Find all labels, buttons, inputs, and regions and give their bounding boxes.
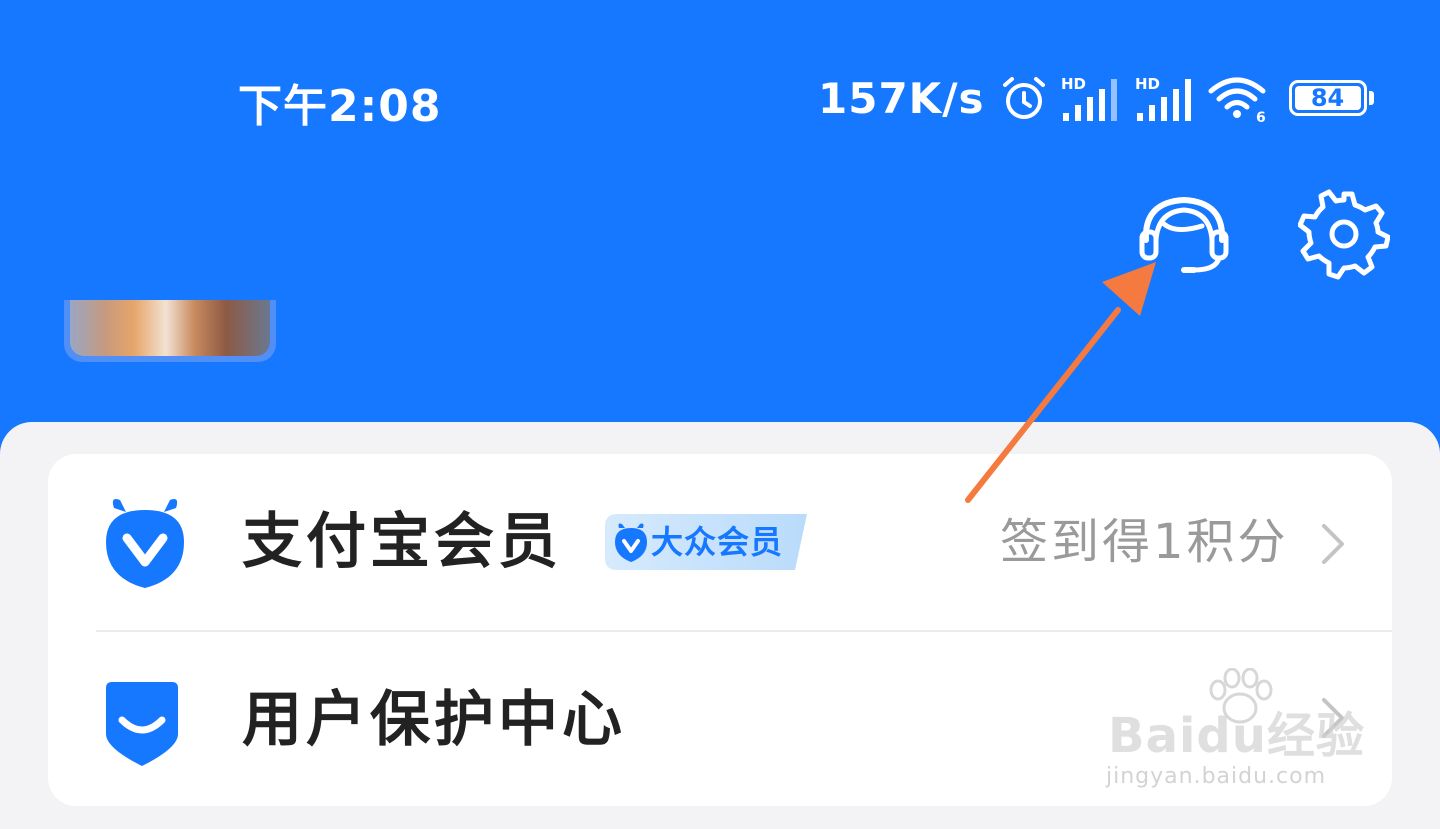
avatar[interactable]: [64, 300, 276, 362]
customer-service-icon: [1139, 196, 1229, 273]
battery-level: 84: [1310, 84, 1345, 112]
alarm-icon: [999, 73, 1049, 123]
status-bar-right: 157K/s HD HD 6 84: [818, 70, 1374, 126]
shield-smile-icon: [106, 682, 178, 766]
signal-hd-label: HD: [1135, 75, 1160, 93]
member-badge-label: 大众会员: [651, 523, 784, 561]
battery-icon: 84: [1288, 80, 1374, 116]
signal-icon: HD: [1059, 73, 1123, 123]
battery-body: 84: [1288, 80, 1367, 116]
wifi-version-label: 6: [1256, 110, 1266, 123]
settings-button[interactable]: [1297, 188, 1391, 280]
menu-row-user-protection[interactable]: 用户保护中心: [48, 630, 1392, 806]
member-checkin-text: 签到得1积分: [1000, 514, 1289, 570]
member-icon: [106, 499, 184, 588]
wifi-icon: 6: [1207, 73, 1269, 123]
chevron-right-icon: [1322, 698, 1344, 738]
signal-hd-label: HD: [1061, 75, 1086, 93]
gear-icon: [1297, 189, 1391, 280]
avatar-image: [70, 300, 270, 356]
signal-icon: HD: [1133, 73, 1197, 123]
network-speed: 157K/s: [818, 73, 985, 123]
user-protection-label: 用户保护中心: [242, 685, 626, 755]
member-tier-badge: 大众会员: [605, 514, 807, 570]
customer-service-button[interactable]: [1136, 190, 1232, 280]
menu-card: 支付宝会员 大众会员 签到得1积分 用户保护中心: [48, 454, 1392, 806]
profile-header: 下午2:08 157K/s HD HD 6 84: [0, 0, 1440, 470]
status-time: 下午2:08: [238, 81, 442, 132]
member-label: 支付宝会员: [242, 507, 562, 577]
chevron-right-icon: [1322, 524, 1344, 564]
battery-fill: 84: [1294, 84, 1361, 112]
screen: 下午2:08 157K/s HD HD 6 84 支付宝会员 大众会员 签到得1…: [0, 0, 1440, 829]
battery-cap: [1368, 91, 1374, 105]
menu-row-member[interactable]: 支付宝会员 大众会员 签到得1积分: [48, 454, 1392, 630]
